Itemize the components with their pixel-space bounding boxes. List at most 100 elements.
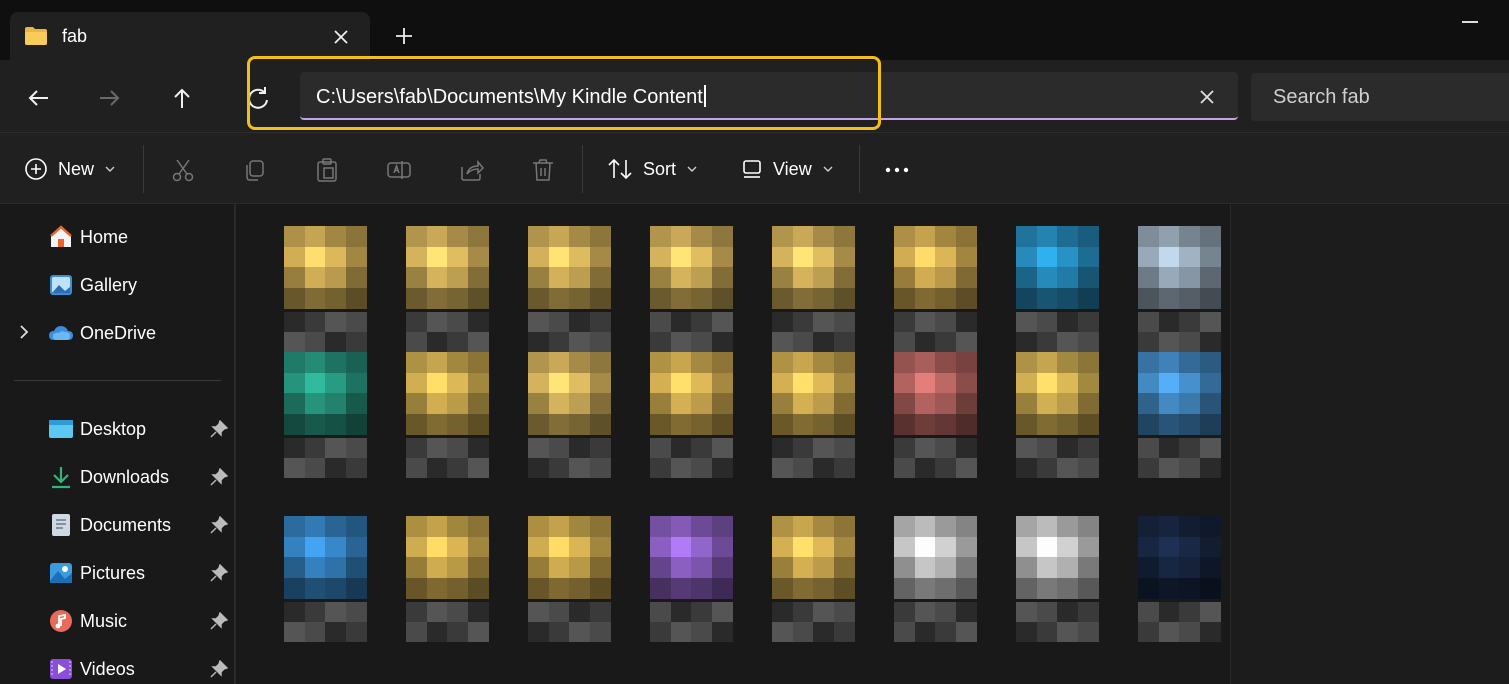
file-item-thumbnail[interactable] (406, 352, 489, 435)
pixel-block (894, 602, 915, 622)
pixel-block (1016, 557, 1037, 578)
sort-button[interactable]: Sort (607, 155, 698, 183)
file-item-thumbnail[interactable] (284, 516, 367, 599)
pixel-block (1016, 516, 1037, 537)
file-item-thumbnail[interactable] (1138, 352, 1221, 435)
clear-address-icon[interactable] (1194, 84, 1220, 110)
pixel-block (1179, 332, 1200, 352)
forward-icon[interactable] (94, 82, 126, 114)
file-item-label-obscured (528, 602, 611, 642)
pixel-block (792, 226, 814, 247)
pixel-block (1179, 458, 1200, 478)
new-button[interactable]: New (24, 155, 116, 183)
file-item-thumbnail[interactable] (406, 226, 489, 309)
search-box[interactable]: Search fab (1251, 73, 1509, 121)
pin-icon[interactable] (210, 468, 228, 486)
file-item-thumbnail[interactable] (1016, 226, 1099, 309)
pixel-block (304, 516, 326, 537)
cut-icon[interactable] (170, 157, 196, 183)
pixel-block (650, 602, 671, 622)
pixel-block (325, 372, 346, 394)
sidebar-item-home[interactable]: Home (48, 222, 128, 252)
file-item-thumbnail[interactable] (772, 516, 855, 599)
pixel-block (1016, 413, 1037, 435)
chevron-down-icon (105, 166, 115, 172)
close-tab-icon[interactable] (328, 24, 354, 50)
sidebar-item-videos[interactable]: Videos (48, 654, 135, 684)
file-item-thumbnail[interactable] (772, 226, 855, 309)
file-item-thumbnail[interactable] (284, 226, 367, 309)
pixel-block (447, 516, 468, 537)
chevron-right-icon[interactable] (16, 324, 32, 340)
file-item-thumbnail[interactable] (528, 352, 611, 435)
delete-icon[interactable] (530, 157, 556, 183)
pixel-block (569, 516, 590, 537)
pin-icon[interactable] (210, 420, 228, 438)
sidebar-item-downloads[interactable]: Downloads (48, 462, 169, 492)
sidebar-item-music[interactable]: Music (48, 606, 127, 636)
pixel-block (955, 413, 977, 435)
file-item-thumbnail[interactable] (1138, 226, 1221, 309)
file-item-thumbnail[interactable] (772, 352, 855, 435)
pixel-block (914, 352, 936, 373)
pixel-block (1057, 312, 1078, 332)
pixel-block (914, 267, 936, 288)
view-button[interactable]: View (741, 155, 834, 183)
pin-icon[interactable] (210, 660, 228, 678)
pixel-block (345, 577, 367, 599)
sidebar-item-onedrive[interactable]: OneDrive (48, 318, 156, 348)
back-icon[interactable] (22, 82, 54, 114)
sidebar-item-documents[interactable]: Documents (48, 510, 171, 540)
file-item-thumbnail[interactable] (528, 516, 611, 599)
minimize-icon[interactable] (1462, 21, 1478, 23)
pixel-block (304, 413, 326, 435)
file-item-label-obscured (650, 438, 733, 478)
more-options-icon[interactable] (884, 157, 910, 183)
pixel-block (447, 287, 468, 309)
pixel-block (345, 352, 367, 373)
pixel-block (1077, 557, 1099, 578)
pixel-block (406, 332, 427, 352)
file-item-thumbnail[interactable] (894, 352, 977, 435)
pixel-block (528, 267, 549, 288)
pixel-block (1158, 413, 1180, 435)
paste-icon[interactable] (314, 157, 340, 183)
file-item-thumbnail[interactable] (1016, 516, 1099, 599)
sidebar-item-desktop[interactable]: Desktop (48, 414, 146, 444)
file-item-thumbnail[interactable] (894, 226, 977, 309)
new-tab-icon[interactable] (390, 22, 418, 50)
file-item-thumbnail[interactable] (1138, 516, 1221, 599)
file-item-thumbnail[interactable] (406, 516, 489, 599)
file-item-label-obscured (1016, 438, 1099, 478)
pixel-block (1199, 602, 1221, 622)
pin-icon[interactable] (210, 516, 228, 534)
pixel-block (955, 557, 977, 578)
pixel-block (569, 332, 590, 352)
pin-icon[interactable] (210, 612, 228, 630)
file-item-label-obscured (650, 312, 733, 352)
pixel-block (325, 577, 346, 599)
sidebar-item-gallery[interactable]: Gallery (48, 270, 137, 300)
pixel-block (792, 438, 814, 458)
file-item-thumbnail[interactable] (650, 516, 733, 599)
pixel-block (569, 577, 590, 599)
rename-icon[interactable] (386, 157, 412, 183)
file-item-thumbnail[interactable] (1016, 352, 1099, 435)
copy-icon[interactable] (242, 157, 268, 183)
file-item-thumbnail[interactable] (650, 352, 733, 435)
pixel-block (345, 602, 367, 622)
file-item-thumbnail[interactable] (894, 516, 977, 599)
pixel-block (406, 577, 427, 599)
tab-fab[interactable]: fab (10, 12, 370, 60)
share-icon[interactable] (458, 157, 484, 183)
pixel-block (772, 372, 793, 394)
sidebar-item-pictures[interactable]: Pictures (48, 558, 145, 588)
pin-icon[interactable] (210, 564, 228, 582)
file-item-thumbnail[interactable] (284, 352, 367, 435)
up-icon[interactable] (166, 82, 198, 114)
pixel-block (589, 536, 611, 558)
file-item-thumbnail[interactable] (650, 226, 733, 309)
file-item-thumbnail[interactable] (528, 226, 611, 309)
pixel-block (569, 372, 590, 394)
file-item-label-obscured (650, 602, 733, 642)
